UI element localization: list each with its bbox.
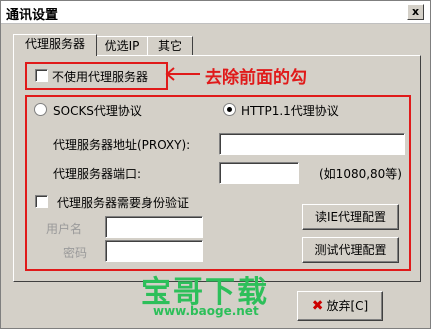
close-button[interactable]: x [407, 4, 424, 20]
proxy-address-input[interactable] [219, 133, 405, 155]
username-input[interactable] [105, 216, 203, 238]
cancel-button[interactable]: ✖ 放弃[C] [297, 291, 383, 321]
socks-radio[interactable] [34, 103, 47, 116]
read-ie-config-button[interactable]: 读IE代理配置 [302, 204, 399, 230]
password-input[interactable] [105, 240, 203, 262]
dialog-title: 通讯设置 [6, 8, 59, 23]
http-radio[interactable] [223, 103, 236, 116]
username-label: 用户名 [46, 222, 83, 236]
auth-label: 代理服务器需要身份验证 [57, 196, 190, 210]
http-radio-label: HTTP1.1代理协议 [241, 104, 339, 118]
test-proxy-button[interactable]: 测试代理配置 [302, 237, 399, 263]
proxy-port-hint: (如1080,80等) [319, 167, 402, 181]
tab-other[interactable]: 其它 [147, 36, 193, 55]
title-bar: 通讯设置 x [1, 1, 430, 24]
tab-proxy-server[interactable]: 代理服务器 [13, 34, 97, 56]
no-proxy-checkbox[interactable] [35, 69, 48, 82]
settings-dialog: 通讯设置 x 代理服务器 优选IP 其它 不使用代理服务器 去除前面的勾 SOC… [0, 0, 431, 329]
annotation-text: 去除前面的勾 [205, 68, 307, 88]
proxy-port-input[interactable] [219, 162, 299, 184]
proxy-port-label: 代理服务器端口: [53, 167, 142, 181]
password-label: 密码 [63, 246, 88, 260]
watermark-url: www.baoge.net [153, 304, 259, 318]
proxy-address-label: 代理服务器地址(PROXY): [53, 138, 191, 152]
cancel-x-icon: ✖ [311, 298, 324, 314]
annotation-arrow-icon [165, 67, 200, 81]
no-proxy-label: 不使用代理服务器 [52, 70, 149, 84]
cancel-button-label: 放弃[C] [326, 299, 369, 313]
auth-checkbox[interactable] [35, 195, 48, 208]
socks-radio-label: SOCKS代理协议 [53, 104, 142, 118]
tab-preferred-ip[interactable]: 优选IP [95, 36, 149, 55]
